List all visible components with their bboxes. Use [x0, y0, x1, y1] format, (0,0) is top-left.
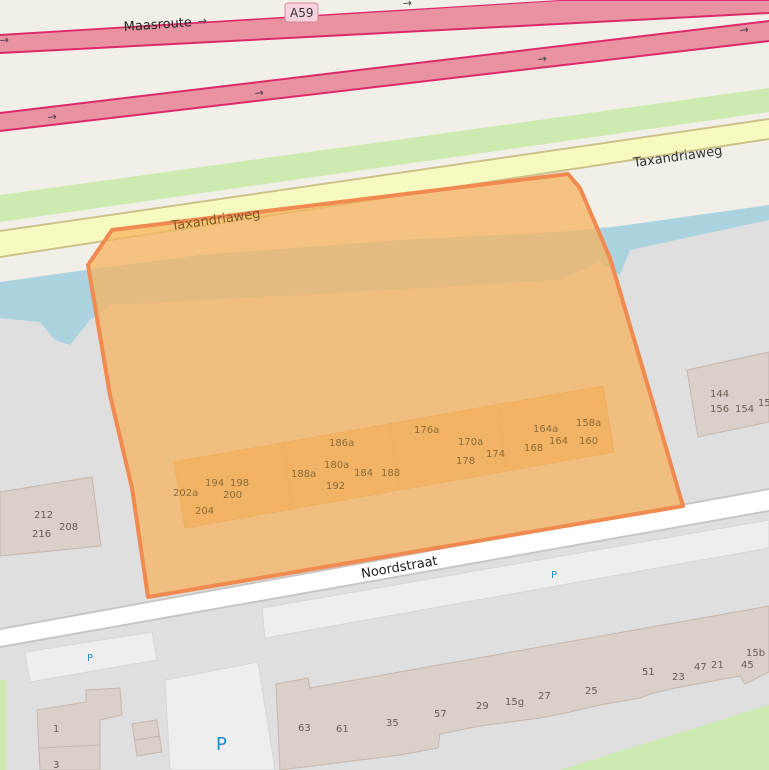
grass-edge-left — [0, 680, 6, 770]
house-number: 200 — [223, 490, 242, 501]
house-number: 202a — [173, 488, 198, 499]
house-number: 61 — [336, 724, 349, 735]
house-number: 186a — [329, 438, 354, 449]
house-number: 23 — [672, 672, 685, 683]
house-number: 144 — [710, 389, 729, 400]
house-number: 194 — [205, 478, 224, 489]
motorway-shield: A59 — [284, 2, 319, 23]
house-number: 192 — [326, 481, 345, 492]
house-number: 208 — [59, 522, 78, 533]
house-number: 35 — [386, 718, 399, 729]
house-number: 176a — [414, 425, 439, 436]
direction-arrow: → — [739, 23, 750, 37]
house-number: 57 — [434, 709, 447, 720]
house-number: 45 — [741, 660, 754, 671]
parking-label: P — [551, 570, 557, 581]
house-number: 168 — [524, 443, 543, 454]
direction-arrow: → — [537, 52, 548, 66]
house-number: 154 — [735, 404, 754, 415]
house-number: 204 — [195, 506, 214, 517]
house-number: 184 — [354, 468, 373, 479]
house-number: 63 — [298, 723, 311, 734]
house-number: 47 — [694, 662, 707, 673]
house-number: 15g — [505, 697, 524, 708]
house-number: 170a — [458, 437, 483, 448]
house-number: 29 — [476, 701, 489, 712]
motorway-ref-label: A59 — [290, 6, 313, 20]
house-number: 188 — [381, 468, 400, 479]
direction-arrow: → — [47, 110, 58, 124]
house-number: 15b — [746, 648, 765, 659]
house-number: 164 — [549, 436, 568, 447]
house-number: 1 — [53, 724, 59, 735]
house-number: 51 — [642, 667, 655, 678]
direction-arrow: → — [0, 33, 9, 47]
house-number: 216 — [32, 529, 51, 540]
house-number: 27 — [538, 691, 551, 702]
house-number: 3 — [53, 760, 59, 770]
house-number: 21 — [711, 660, 724, 671]
house-number: 158a — [576, 418, 601, 429]
house-number: 212 — [34, 510, 53, 521]
house-number: 164a — [533, 424, 558, 435]
house-number: 188a — [291, 469, 316, 480]
parking-label-large: P — [216, 734, 227, 755]
direction-arrow: → — [254, 86, 265, 100]
parking-label: P — [87, 653, 93, 664]
house-number: 198 — [230, 478, 249, 489]
house-number: 180a — [324, 460, 349, 471]
house-number: 15 — [758, 398, 769, 409]
house-number: 156 — [710, 404, 729, 415]
direction-arrow: → — [402, 0, 412, 10]
house-number: 178 — [456, 456, 475, 467]
house-number: 160 — [579, 436, 598, 447]
map-canvas[interactable]: → → → → → → Maasroute → A59 Taxandriaweg… — [0, 0, 769, 770]
direction-arrow: → — [197, 14, 207, 28]
house-number: 25 — [585, 686, 598, 697]
house-number: 174 — [486, 449, 505, 460]
map-layer: → → → → → → Maasroute → A59 Taxandriaweg… — [0, 0, 769, 770]
